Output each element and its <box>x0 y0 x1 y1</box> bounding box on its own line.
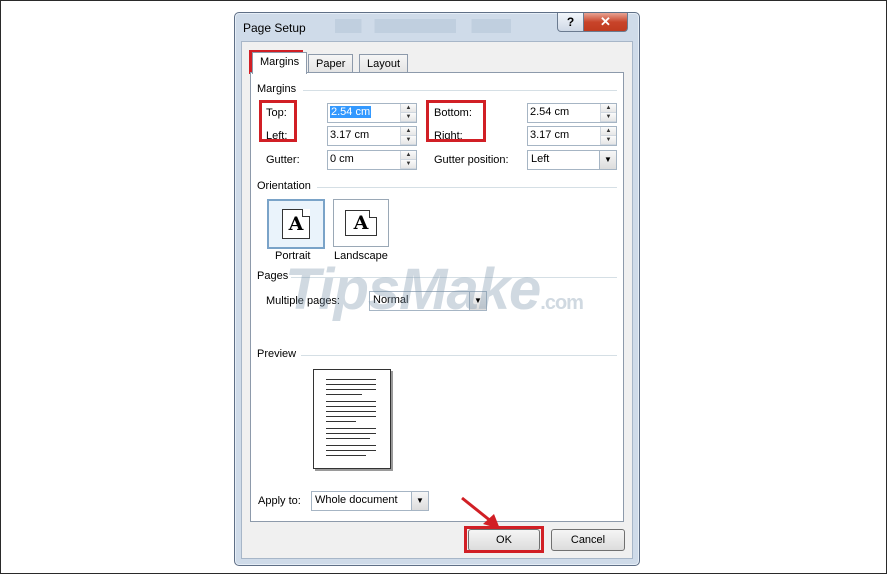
apply-to-label: Apply to: <box>258 495 301 507</box>
spin-down-icon[interactable]: ▼ <box>401 113 416 122</box>
help-icon: ? <box>566 15 575 29</box>
tab-margins-label: Margins <box>260 56 300 68</box>
close-button[interactable]: ✕ <box>583 13 628 32</box>
bottom-margin-value: 2.54 cm <box>530 106 570 118</box>
spin-down-icon[interactable]: ▼ <box>601 113 616 122</box>
gutter-position-value: Left <box>531 153 550 165</box>
dialog-title: Page Setup <box>243 21 306 35</box>
spin-up-icon[interactable]: ▲ <box>601 127 616 136</box>
spin-up-icon[interactable]: ▲ <box>401 104 416 113</box>
preview-divider <box>301 355 617 356</box>
spin-down-icon[interactable]: ▼ <box>401 136 416 145</box>
gutter-position-select[interactable]: Left ▼ <box>527 150 617 170</box>
gutter-label: Gutter: <box>266 154 300 166</box>
cancel-button[interactable]: Cancel <box>551 529 625 551</box>
spin-up-icon[interactable]: ▲ <box>401 151 416 160</box>
tab-margins[interactable]: Margins <box>252 52 308 74</box>
apply-to-select[interactable]: Whole document ▼ <box>311 491 429 511</box>
landscape-option[interactable]: A <box>333 199 389 247</box>
margins-section-label: Margins <box>257 83 297 95</box>
pages-section-label: Pages <box>257 270 289 282</box>
gutter-position-label: Gutter position: <box>434 154 509 166</box>
cancel-button-label: Cancel <box>570 534 606 546</box>
bottom-margin-spinner[interactable]: 2.54 cm ▲ ▼ <box>527 103 617 123</box>
preview-page-thumbnail <box>313 369 391 469</box>
portrait-option[interactable]: A <box>267 199 325 249</box>
orientation-section-label: Orientation <box>257 180 311 192</box>
top-margin-spinner[interactable]: 2.54 cm ▲ ▼ <box>327 103 417 123</box>
right-margin-spinner[interactable]: 3.17 cm ▲ ▼ <box>527 126 617 146</box>
left-label: Left: <box>266 130 288 142</box>
gutter-spinner[interactable]: 0 cm ▲ ▼ <box>327 150 417 170</box>
spin-down-icon[interactable]: ▼ <box>601 136 616 145</box>
title-bar-ghost <box>335 19 555 33</box>
bottom-label: Bottom: <box>434 107 472 119</box>
gutter-value: 0 cm <box>330 153 354 165</box>
left-margin-spinner[interactable]: 3.17 cm ▲ ▼ <box>327 126 417 146</box>
chevron-down-icon[interactable]: ▼ <box>411 492 428 510</box>
tab-layout[interactable]: Layout <box>359 54 409 73</box>
ok-button-label: OK <box>496 534 512 546</box>
right-margin-value: 3.17 cm <box>530 129 570 141</box>
apply-to-value: Whole document <box>315 494 398 506</box>
title-bar: Page Setup ? ✕ <box>235 13 639 41</box>
close-icon: ✕ <box>600 14 611 29</box>
tab-paper[interactable]: Paper <box>308 54 354 73</box>
watermark-text: TipsMake <box>285 257 541 322</box>
top-margin-value: 2.54 cm <box>330 106 372 118</box>
preview-section-label: Preview <box>257 348 297 360</box>
watermark-domain: .com <box>540 292 584 314</box>
chevron-down-icon[interactable]: ▼ <box>599 151 616 169</box>
right-label: Right: <box>434 130 463 142</box>
watermark-logo: TipsMake.com <box>285 256 584 323</box>
spin-down-icon[interactable]: ▼ <box>401 160 416 169</box>
top-label: Top: <box>266 107 287 119</box>
portrait-page-icon: A <box>282 209 310 239</box>
landscape-page-icon: A <box>345 210 377 236</box>
spin-up-icon[interactable]: ▲ <box>401 127 416 136</box>
tab-paper-label: Paper <box>316 58 346 70</box>
red-arrow-icon <box>461 496 500 529</box>
tab-layout-label: Layout <box>367 58 401 70</box>
margins-divider <box>303 90 617 91</box>
left-margin-value: 3.17 cm <box>330 129 370 141</box>
help-button[interactable]: ? <box>557 13 584 32</box>
orientation-divider <box>317 187 617 188</box>
spin-up-icon[interactable]: ▲ <box>601 104 616 113</box>
